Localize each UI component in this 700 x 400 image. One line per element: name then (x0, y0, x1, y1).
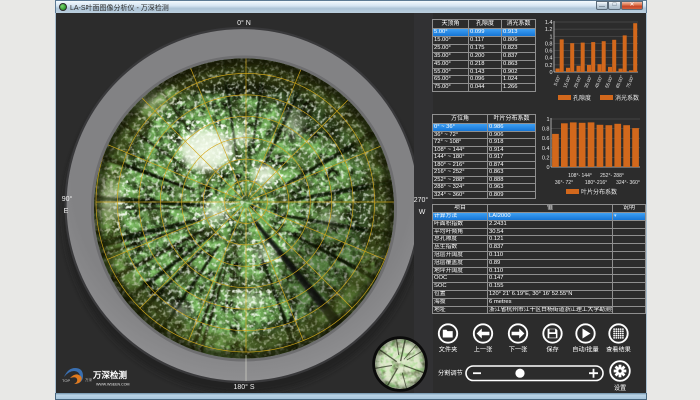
svg-text:W: W (419, 209, 426, 216)
svg-text:孔隙度: 孔隙度 (573, 94, 591, 102)
svg-text:0.4: 0.4 (542, 146, 550, 152)
svg-text:消光系数: 消光系数 (615, 94, 639, 102)
svg-text:1.2: 1.2 (545, 27, 553, 33)
svg-text:270°: 270° (414, 196, 429, 204)
svg-text:设置: 设置 (614, 384, 626, 392)
svg-text:180° S: 180° S (233, 383, 254, 391)
svg-text:1.4: 1.4 (545, 20, 553, 26)
svg-text:0: 0 (546, 165, 549, 171)
svg-text:0: 0 (549, 70, 552, 76)
svg-text:0.6: 0.6 (542, 136, 550, 142)
svg-text:1: 1 (546, 117, 549, 123)
svg-text:0.2: 0.2 (545, 63, 553, 69)
svg-text:1: 1 (549, 34, 552, 40)
svg-text:35.00°: 35.00° (583, 74, 593, 88)
svg-text:36°- 72°: 36°- 72° (555, 180, 573, 186)
svg-text:15.00°: 15.00° (562, 74, 572, 88)
svg-text:324°- 360°: 324°- 360° (616, 180, 640, 186)
svg-text:0° N: 0° N (237, 19, 251, 27)
svg-text:下一张: 下一张 (509, 346, 528, 354)
svg-text:180°-216°: 180°-216° (585, 180, 607, 186)
svg-text:上一张: 上一张 (474, 346, 493, 354)
svg-text:自动/批量: 自动/批量 (572, 346, 598, 354)
svg-text:75.00°: 75.00° (625, 74, 635, 88)
svg-text:0.6: 0.6 (545, 49, 553, 55)
svg-text:0.8: 0.8 (545, 41, 553, 47)
svg-text:55.00°: 55.00° (604, 74, 614, 88)
svg-text:0.4: 0.4 (545, 56, 553, 62)
svg-text:万深检测: 万深检测 (92, 370, 128, 380)
svg-text:90°: 90° (62, 195, 73, 203)
svg-text:108°- 144°: 108°- 144° (568, 173, 592, 179)
svg-text:万深: 万深 (85, 377, 92, 382)
svg-text:45.00°: 45.00° (594, 74, 604, 88)
svg-text:252°- 288°: 252°- 288° (600, 173, 624, 179)
svg-text:25.00°: 25.00° (573, 74, 583, 88)
svg-text:0.8: 0.8 (542, 127, 550, 133)
svg-text:TOP: TOP (62, 378, 70, 383)
svg-text:保存: 保存 (546, 346, 558, 354)
svg-text:查看结果: 查看结果 (606, 346, 631, 354)
svg-text:分割调节: 分割调节 (438, 369, 463, 377)
svg-text:叶片分布系数: 叶片分布系数 (581, 188, 617, 196)
svg-text:WWW.WSEEN.COM: WWW.WSEEN.COM (96, 383, 130, 387)
svg-text:5.00°: 5.00° (553, 74, 562, 86)
svg-text:文件夹: 文件夹 (439, 346, 458, 354)
svg-text:0.2: 0.2 (542, 155, 550, 161)
svg-text:E: E (64, 208, 69, 215)
svg-text:65.00°: 65.00° (615, 74, 625, 88)
